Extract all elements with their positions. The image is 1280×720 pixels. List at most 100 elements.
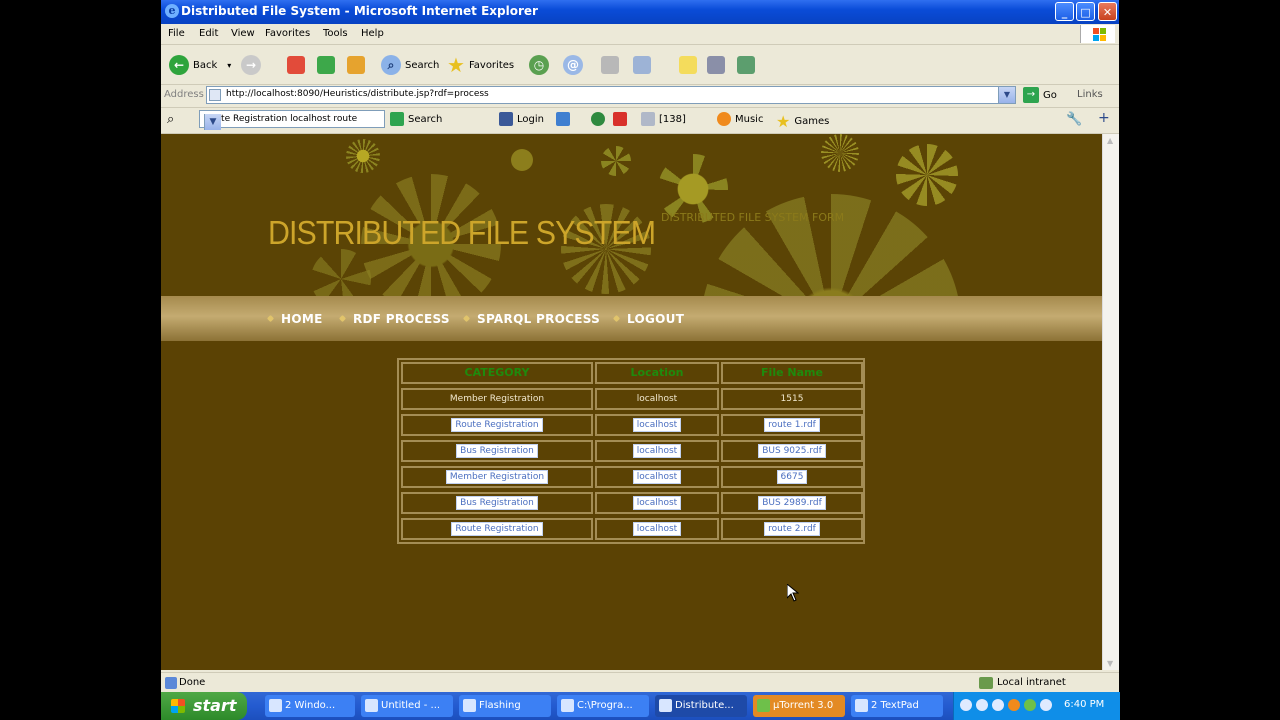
menu-edit[interactable]: Edit: [199, 28, 218, 39]
refresh-button[interactable]: [317, 55, 335, 75]
location-link[interactable]: localhost: [633, 418, 681, 431]
task-utorrent[interactable]: µTorrent 3.0: [753, 695, 845, 717]
envelope-icon: [556, 112, 570, 126]
file-link[interactable]: route 2.rdf: [765, 522, 819, 535]
nav-home[interactable]: HOME: [281, 312, 323, 326]
file-link[interactable]: 6675: [777, 470, 807, 483]
table-row: Bus Registration localhost BUS 2989.rdf: [399, 490, 863, 516]
file-link[interactable]: BUS 2989.rdf: [759, 496, 825, 509]
header-category: CATEGORY: [401, 362, 593, 384]
refresh-icon: [317, 56, 335, 74]
location-link[interactable]: localhost: [633, 496, 681, 509]
research-button[interactable]: [707, 55, 725, 75]
back-label: Back: [193, 59, 218, 71]
go-button[interactable]: → Go: [1023, 87, 1057, 103]
close-button[interactable]: ✕: [1098, 2, 1117, 21]
page-viewport: DISTRIBUTED FILE SYSTEM DISTRIBUTED FILE…: [161, 134, 1102, 670]
messenger-icon: [737, 56, 755, 74]
scroll-up-icon[interactable]: ▲: [1107, 136, 1113, 145]
tray-icon[interactable]: [976, 699, 988, 711]
youtube-button[interactable]: [613, 112, 631, 126]
mail-toolbar-button[interactable]: [556, 112, 574, 126]
forward-button[interactable]: →: [241, 55, 265, 75]
menu-view[interactable]: View: [231, 28, 255, 39]
back-button[interactable]: ← Back ▾: [169, 55, 231, 75]
stop-button[interactable]: [287, 55, 305, 75]
notes-button[interactable]: [679, 55, 697, 75]
edit-button[interactable]: [633, 55, 651, 75]
messenger-button[interactable]: [737, 55, 755, 75]
search-button[interactable]: ⌕ Search: [381, 55, 439, 75]
nav-rdf-process[interactable]: RDF PROCESS: [353, 312, 450, 326]
games-button[interactable]: ★ Games: [776, 112, 829, 131]
task-textpad[interactable]: 2 TextPad: [851, 695, 943, 717]
category-link[interactable]: Bus Registration: [457, 444, 537, 457]
scroll-down-icon[interactable]: ▼: [1107, 659, 1113, 668]
print-button[interactable]: [601, 55, 619, 75]
table-row: Bus Registration localhost BUS 9025.rdf: [399, 438, 863, 464]
home-button[interactable]: [347, 55, 365, 75]
table-row: Route Registration localhost route 1.rdf: [399, 412, 863, 438]
wordpress-button[interactable]: [591, 112, 609, 126]
flower-decoration: [821, 134, 859, 172]
menu-favorites[interactable]: Favorites: [265, 28, 310, 39]
location-link[interactable]: localhost: [633, 470, 681, 483]
nav-sparql-process[interactable]: SPARQL PROCESS: [477, 312, 600, 326]
tray-icon[interactable]: [1040, 699, 1052, 711]
music-button[interactable]: Music: [717, 112, 763, 126]
flower-decoration: [601, 146, 631, 176]
tray-icon[interactable]: [960, 699, 972, 711]
tray-icon[interactable]: [992, 699, 1004, 711]
file-link[interactable]: BUS 9025.rdf: [759, 444, 825, 457]
notifications-button[interactable]: [138]: [641, 112, 686, 126]
add-button[interactable]: +: [1098, 110, 1110, 126]
history-button[interactable]: ◷: [529, 55, 553, 75]
location-link[interactable]: localhost: [633, 444, 681, 457]
menu-file[interactable]: File: [168, 28, 185, 39]
address-url: http://localhost:8090/Heuristics/distrib…: [226, 89, 489, 99]
menu-help[interactable]: Help: [361, 28, 384, 39]
category-link[interactable]: Route Registration: [452, 418, 542, 431]
toolbar-search-input[interactable]: Route Registration localhost route ▼: [199, 110, 385, 130]
minimize-button[interactable]: _: [1055, 2, 1074, 21]
search-icon: ⌕: [381, 55, 401, 75]
start-button[interactable]: start: [161, 692, 247, 720]
tray-icon[interactable]: [1008, 699, 1020, 711]
task-flashing[interactable]: Flashing: [459, 695, 551, 717]
task-distribute[interactable]: Distribute...: [655, 695, 747, 717]
mail-icon: @: [563, 55, 583, 75]
category-link[interactable]: Bus Registration: [457, 496, 537, 509]
vertical-scrollbar[interactable]: ▲ ▼: [1102, 134, 1119, 670]
chevron-down-icon[interactable]: ▾: [227, 61, 231, 70]
page-title: DISTRIBUTED FILE SYSTEM: [268, 214, 656, 251]
facebook-login-button[interactable]: Login: [499, 112, 544, 126]
task-untitled[interactable]: Untitled - ...: [361, 695, 453, 717]
location-link[interactable]: localhost: [633, 522, 681, 535]
search-dropdown-icon[interactable]: ▼: [204, 114, 221, 130]
category-link[interactable]: Route Registration: [452, 522, 542, 535]
task-program-files[interactable]: C:\Progra...: [557, 695, 649, 717]
task-windows-explorer[interactable]: 2 Windo...: [265, 695, 355, 717]
folder-icon: [269, 699, 282, 712]
category-link[interactable]: Member Registration: [446, 470, 548, 483]
links-button[interactable]: Links: [1077, 89, 1103, 100]
mail-button[interactable]: @: [563, 55, 587, 75]
favorites-button[interactable]: ★ Favorites: [447, 53, 514, 77]
file-table: CATEGORY Location File Name Member Regis…: [397, 358, 865, 544]
address-dropdown-icon[interactable]: ▼: [998, 87, 1015, 103]
wordpress-icon: [591, 112, 605, 126]
address-input[interactable]: http://localhost:8090/Heuristics/distrib…: [206, 86, 1016, 104]
nav-logout[interactable]: LOGOUT: [627, 312, 684, 326]
standard-toolbar: ← Back ▾ → ⌕ Search ★ Favorites ◷ @: [161, 46, 1119, 85]
go-arrow-icon: →: [1023, 87, 1039, 103]
wrench-button[interactable]: 🔧: [1066, 112, 1082, 127]
ie-task-icon: [659, 699, 672, 712]
menu-tools[interactable]: Tools: [323, 28, 348, 39]
tray-icon[interactable]: [1024, 699, 1036, 711]
toolbar-search-button[interactable]: Search: [390, 112, 442, 126]
maximize-button[interactable]: □: [1076, 2, 1095, 21]
magnifier-icon[interactable]: ⌕: [167, 112, 174, 127]
title-bar[interactable]: e Distributed File System - Microsoft In…: [161, 0, 1119, 24]
textpad-icon: [855, 699, 868, 712]
file-link[interactable]: route 1.rdf: [765, 418, 819, 431]
